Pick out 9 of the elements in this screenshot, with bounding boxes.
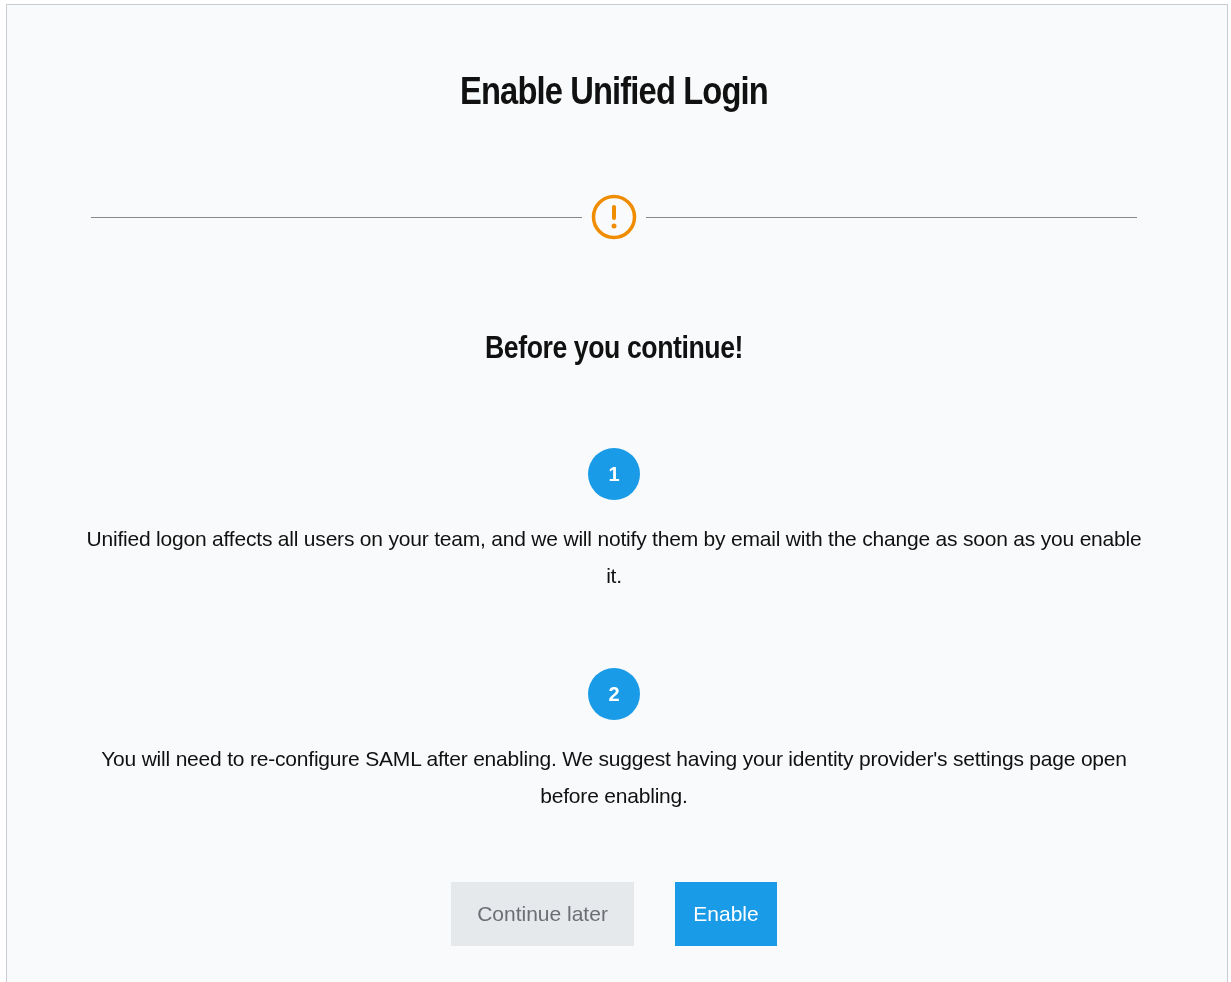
dialog-title: Enable Unified Login <box>460 69 768 114</box>
warning-icon <box>591 194 637 240</box>
step-text: Unified logon affects all users on your team, and we will notify them by email with the change as soon as you enable it. <box>85 526 1143 589</box>
step-number: 1 <box>588 448 640 500</box>
step-number: 2 <box>588 668 640 720</box>
section-heading: Before you continue! <box>485 329 743 367</box>
step-text: You will need to re-configure SAML after enabling. We suggest having your identity provider's settings page open before enabling. <box>100 746 1128 809</box>
continue-later-button[interactable]: Continue later <box>451 882 634 946</box>
enable-button[interactable]: Enable <box>675 882 777 946</box>
